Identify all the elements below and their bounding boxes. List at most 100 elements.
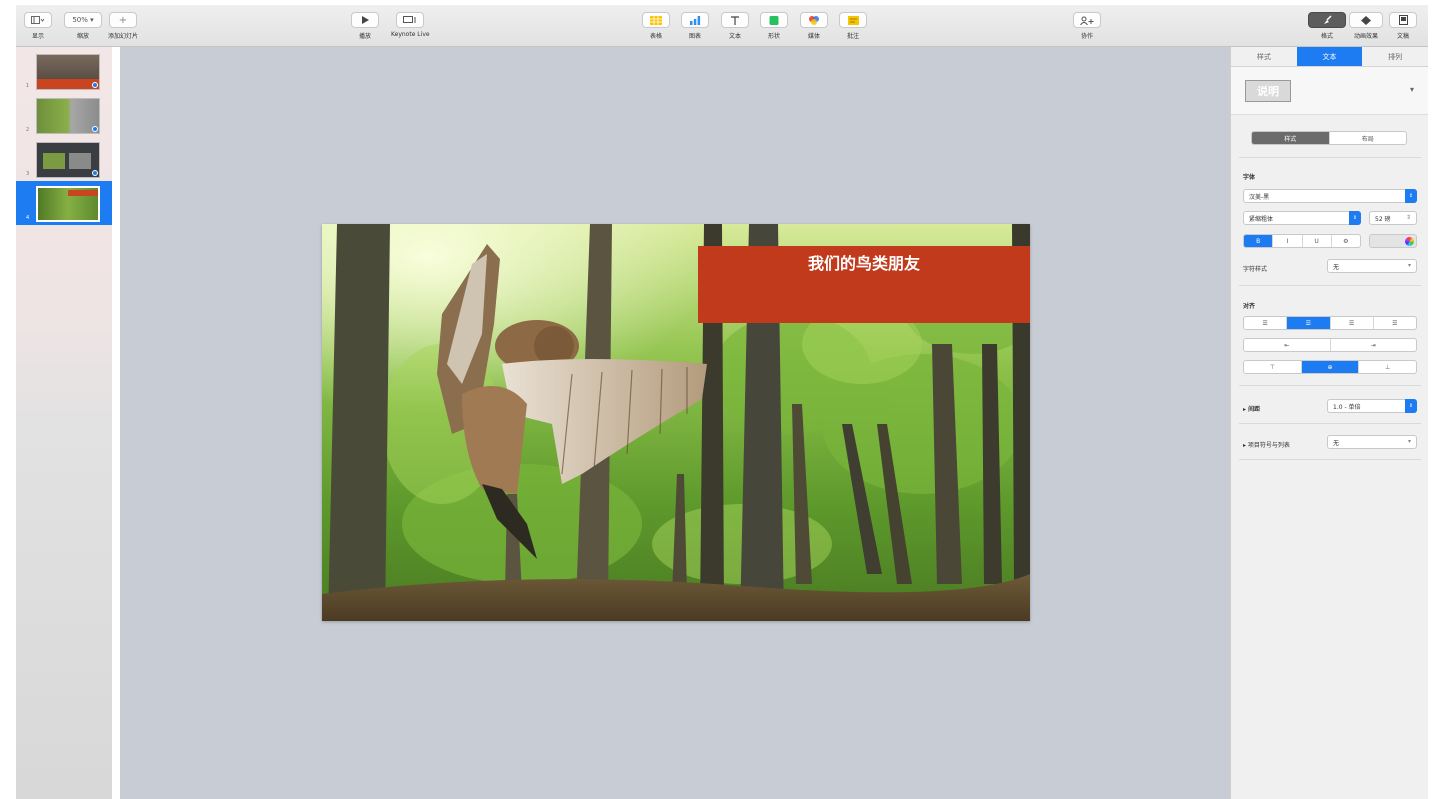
font-style-buttons: B I U ⚙ <box>1243 234 1361 248</box>
text-t-icon <box>721 12 749 28</box>
slide-thumbnail-1[interactable]: 1 <box>16 49 112 93</box>
stepper-icon: ⇕ <box>1405 214 1411 221</box>
paragraph-style-picker[interactable]: 说明 ▾ <box>1231 67 1428 115</box>
indent-buttons: ⇤ ⇥ <box>1243 338 1417 352</box>
char-style-popup[interactable]: 无 ▾ <box>1327 259 1417 273</box>
divider <box>1239 285 1421 286</box>
font-size-value: 52 磅 <box>1375 215 1391 223</box>
shape-button[interactable]: 形状 <box>760 12 788 40</box>
collaborate-button[interactable]: 协作 <box>1073 12 1101 40</box>
play-button[interactable]: 播放 <box>351 12 379 40</box>
format-inspector: 样式 文本 排列 说明 ▾ 样式 布局 字体 汉美-黑 ⇕ 紧缩粗体 ⇕ 52 … <box>1230 47 1428 799</box>
char-style-label: 字符样式 <box>1243 266 1268 273</box>
segment-layout[interactable]: 布局 <box>1330 132 1407 144</box>
check-icon <box>92 126 98 132</box>
divider <box>1239 385 1421 386</box>
slide-title[interactable]: 我们的鸟类朋友 <box>698 250 1030 274</box>
tab-text[interactable]: 文本 <box>1296 47 1363 66</box>
slide-preview <box>36 54 100 90</box>
tab-arrange[interactable]: 排列 <box>1362 47 1428 66</box>
play-icon <box>351 12 379 28</box>
check-icon <box>92 82 98 88</box>
font-weight-popup[interactable]: 紧缩粗体 ⇕ <box>1243 211 1361 225</box>
spacing-value: 1.0 - 单倍 <box>1333 403 1361 411</box>
collaborate-icon <box>1073 12 1101 28</box>
segment-style[interactable]: 样式 <box>1252 132 1330 144</box>
decrease-indent-button[interactable]: ⇤ <box>1244 339 1331 351</box>
keynote-live-icon <box>396 12 425 28</box>
slide-preview <box>36 98 100 134</box>
comment-button[interactable]: 批注 <box>839 12 867 40</box>
spacing-popup[interactable]: 1.0 - 单倍 ⇕ <box>1327 399 1417 413</box>
divider <box>1239 423 1421 424</box>
table-label: 表格 <box>649 33 662 40</box>
document-button[interactable]: 文稿 <box>1389 12 1417 40</box>
slide-preview <box>36 186 100 222</box>
color-wheel-icon[interactable] <box>1405 237 1414 246</box>
collaborate-label: 协作 <box>1080 33 1093 40</box>
keynote-live-button[interactable]: Keynote Live <box>391 12 430 38</box>
slide-thumbnail-3[interactable]: 3 <box>16 137 112 181</box>
bold-button[interactable]: B <box>1244 235 1274 247</box>
table-icon <box>642 12 670 28</box>
horizontal-align-buttons: ☰ ☰ ☰ ☰ <box>1243 316 1417 330</box>
comment-icon <box>839 12 867 28</box>
bullets-popup[interactable]: 无 ▾ <box>1327 435 1417 449</box>
slide-preview <box>36 142 100 178</box>
format-button[interactable]: 格式 <box>1308 12 1346 40</box>
navigator-divider[interactable] <box>112 47 120 799</box>
animate-button[interactable]: 动画效果 <box>1349 12 1383 40</box>
shape-icon <box>760 12 788 28</box>
chart-button[interactable]: 图表 <box>681 12 709 40</box>
align-right-button[interactable]: ☰ <box>1331 317 1374 329</box>
paragraph-style-preview: 说明 <box>1245 79 1291 102</box>
divider <box>1239 157 1421 158</box>
vertical-align-buttons: ⊤ ⊕ ⊥ <box>1243 360 1417 374</box>
thumb-photo <box>69 153 91 169</box>
slide-canvas[interactable]: 我们的鸟类朋友 <box>322 224 1030 621</box>
chart-icon <box>681 12 709 28</box>
text-button[interactable]: 文本 <box>721 12 749 40</box>
document-icon <box>1389 12 1417 28</box>
slide-thumbnail-2[interactable]: 2 <box>16 93 112 137</box>
tab-style[interactable]: 样式 <box>1231 47 1297 66</box>
table-button[interactable]: 表格 <box>642 12 670 40</box>
chevron-down-icon: ▾ <box>1407 262 1411 269</box>
document-label: 文稿 <box>1396 33 1409 40</box>
zoom-button[interactable]: 50% ▾ 缩放 <box>64 12 102 40</box>
increase-indent-button[interactable]: ⇥ <box>1331 339 1417 351</box>
zoom-value-text: 50% <box>72 16 88 24</box>
slide-navigator: 1 2 3 4 <box>16 47 112 799</box>
spacing-disclosure[interactable]: ▸ 间距 <box>1243 404 1260 413</box>
font-family-popup[interactable]: 汉美-黑 ⇕ <box>1243 189 1417 203</box>
zoom-value: 50% ▾ <box>64 12 102 28</box>
underline-button[interactable]: U <box>1303 235 1332 247</box>
comment-label: 批注 <box>846 33 859 40</box>
slide-thumbnail-4[interactable]: 4 <box>16 181 112 225</box>
font-weight-value: 紧缩粗体 <box>1249 215 1274 223</box>
text-label: 文本 <box>728 33 741 40</box>
view-button[interactable]: 显示 <box>24 12 52 40</box>
align-middle-button[interactable]: ⊕ <box>1301 361 1360 373</box>
align-justify-button[interactable]: ☰ <box>1374 317 1416 329</box>
align-bottom-button[interactable]: ⊥ <box>1359 361 1416 373</box>
align-top-button[interactable]: ⊤ <box>1244 361 1302 373</box>
view-label: 显示 <box>31 33 44 40</box>
italic-button[interactable]: I <box>1273 235 1303 247</box>
plus-icon: + <box>109 12 137 28</box>
font-size-stepper[interactable]: 52 磅 ⇕ <box>1369 211 1417 225</box>
add-slide-button[interactable]: + 添加幻灯片 <box>108 12 138 40</box>
align-center-button[interactable]: ☰ <box>1287 317 1331 329</box>
media-label: 媒体 <box>807 33 820 40</box>
char-style-value: 无 <box>1333 263 1340 271</box>
title-textbox[interactable]: 我们的鸟类朋友 <box>698 246 1030 323</box>
bullets-label: 项目符号与列表 <box>1247 442 1290 449</box>
align-left-button[interactable]: ☰ <box>1244 317 1288 329</box>
style-layout-segment: 样式 布局 <box>1251 131 1407 145</box>
media-button[interactable]: 媒体 <box>800 12 828 40</box>
chevron-down-icon: ▾ <box>1409 85 1414 94</box>
bullets-disclosure[interactable]: ▸ 项目符号与列表 <box>1243 440 1290 449</box>
text-options-gear-icon[interactable]: ⚙ <box>1332 235 1360 247</box>
chevron-down-icon: ▾ <box>1407 438 1411 445</box>
font-family-value: 汉美-黑 <box>1249 193 1270 201</box>
